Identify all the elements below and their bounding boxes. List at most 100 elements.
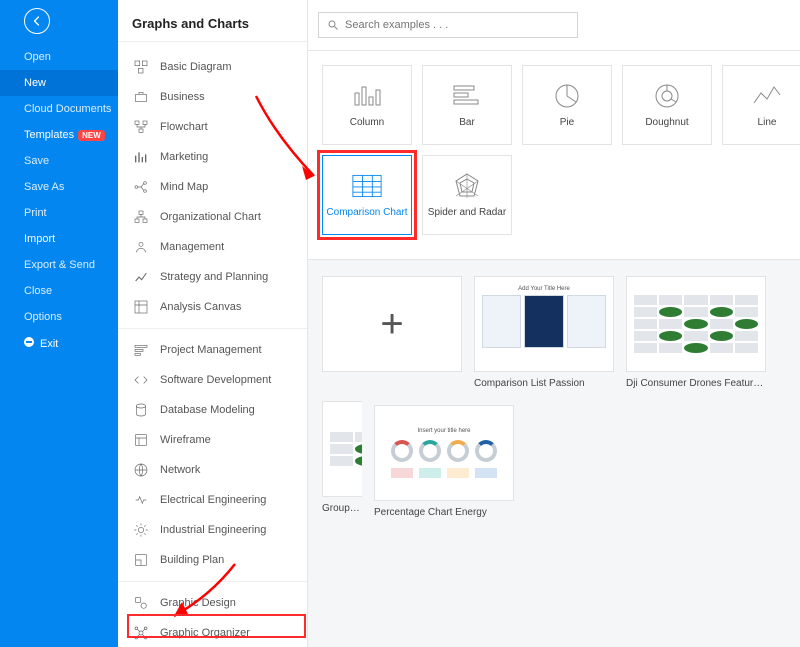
menu-label: Save bbox=[24, 155, 49, 167]
chart-type-label: Line bbox=[758, 117, 777, 128]
template-label: Group Invest bbox=[322, 503, 362, 514]
category-business[interactable]: Business bbox=[118, 82, 307, 112]
left-menu-templates[interactable]: TemplatesNEW bbox=[0, 122, 118, 148]
doughnut-icon bbox=[652, 83, 682, 109]
chart-type-bar[interactable]: Bar bbox=[422, 65, 512, 145]
category-icon bbox=[132, 208, 150, 226]
menu-label: Close bbox=[24, 285, 52, 297]
category-strategy-and-planning[interactable]: Strategy and Planning bbox=[118, 262, 307, 292]
category-icon bbox=[132, 624, 150, 642]
menu-label: Save As bbox=[24, 181, 64, 193]
category-label: Marketing bbox=[160, 151, 208, 163]
left-menu-open[interactable]: Open bbox=[0, 44, 118, 70]
left-menu-new[interactable]: New bbox=[0, 70, 118, 96]
chart-type-line[interactable]: Line bbox=[722, 65, 800, 145]
template-dji-drones[interactable]: Dji Consumer Drones Features C... bbox=[626, 276, 766, 389]
left-menu-import[interactable]: Import bbox=[0, 226, 118, 252]
category-building-plan[interactable]: Building Plan bbox=[118, 545, 307, 575]
left-menu-save[interactable]: Save bbox=[0, 148, 118, 174]
category-graphic-organizer[interactable]: Graphic Organizer bbox=[118, 618, 307, 647]
left-menu-options[interactable]: Options bbox=[0, 304, 118, 330]
category-basic-diagram[interactable]: Basic Diagram bbox=[118, 52, 307, 82]
line-icon bbox=[752, 83, 782, 109]
category-icon bbox=[132, 521, 150, 539]
category-icon bbox=[132, 401, 150, 419]
category-icon bbox=[132, 88, 150, 106]
chart-type-label: Spider and Radar bbox=[428, 207, 506, 218]
category-project-management[interactable]: Project Management bbox=[118, 335, 307, 365]
category-mind-map[interactable]: Mind Map bbox=[118, 172, 307, 202]
chart-type-pie[interactable]: Pie bbox=[522, 65, 612, 145]
chart-type-label: Column bbox=[350, 117, 384, 128]
left-rail: Open New Cloud Documents TemplatesNEW Save Sa… bbox=[0, 0, 118, 647]
category-icon bbox=[132, 594, 150, 612]
category-organizational-chart[interactable]: Organizational Chart bbox=[118, 202, 307, 232]
search-wrap bbox=[308, 0, 800, 51]
pie-icon bbox=[552, 83, 582, 109]
template-percentage-energy[interactable]: Insert your title here Percentage Chart … bbox=[374, 405, 514, 518]
category-network[interactable]: Network bbox=[118, 455, 307, 485]
category-analysis-canvas[interactable]: Analysis Canvas bbox=[118, 292, 307, 322]
search-box[interactable] bbox=[318, 12, 578, 38]
bar-icon bbox=[452, 83, 482, 109]
category-label: Management bbox=[160, 241, 224, 253]
category-label: Mind Map bbox=[160, 181, 208, 193]
category-software-development[interactable]: Software Development bbox=[118, 365, 307, 395]
left-menu-cloud-documents[interactable]: Cloud Documents bbox=[0, 96, 118, 122]
category-label: Business bbox=[160, 91, 205, 103]
left-menu-save-as[interactable]: Save As bbox=[0, 174, 118, 200]
category-database-modeling[interactable]: Database Modeling bbox=[118, 395, 307, 425]
category-management[interactable]: Management bbox=[118, 232, 307, 262]
category-label: Organizational Chart bbox=[160, 211, 261, 223]
category-label: Building Plan bbox=[160, 554, 224, 566]
template-label: Comparison List Passion bbox=[474, 378, 614, 389]
chart-type-comparison[interactable]: Comparison Chart bbox=[322, 155, 412, 235]
left-menu-print[interactable]: Print bbox=[0, 200, 118, 226]
exit-icon bbox=[24, 337, 34, 347]
column-icon bbox=[352, 83, 382, 109]
chart-type-grid: Column Bar Pie Doughnut Line Comparison Chart… bbox=[308, 51, 800, 260]
category-marketing[interactable]: Marketing bbox=[118, 142, 307, 172]
chart-type-label: Pie bbox=[560, 117, 574, 128]
left-menu-export-send[interactable]: Export & Send bbox=[0, 252, 118, 278]
category-industrial-engineering[interactable]: Industrial Engineering bbox=[118, 515, 307, 545]
search-input[interactable] bbox=[345, 19, 569, 31]
category-icon bbox=[132, 118, 150, 136]
category-label: Industrial Engineering bbox=[160, 524, 266, 536]
category-icon bbox=[132, 551, 150, 569]
category-label: Software Development bbox=[160, 374, 271, 386]
category-icon bbox=[132, 341, 150, 359]
category-label: Graphic Organizer bbox=[160, 627, 250, 639]
chart-type-doughnut[interactable]: Doughnut bbox=[622, 65, 712, 145]
category-label: Electrical Engineering bbox=[160, 494, 266, 506]
menu-label: Open bbox=[24, 51, 51, 63]
chart-type-column[interactable]: Column bbox=[322, 65, 412, 145]
chart-type-spider[interactable]: Spider and Radar bbox=[422, 155, 512, 235]
category-icon bbox=[132, 148, 150, 166]
template-label: Percentage Chart Energy bbox=[374, 507, 514, 518]
plus-icon: + bbox=[322, 276, 462, 372]
menu-label: Import bbox=[24, 233, 55, 245]
template-new-blank[interactable]: + bbox=[322, 276, 462, 389]
template-group-invest[interactable]: Group Invest bbox=[322, 401, 362, 518]
category-flowchart[interactable]: Flowchart bbox=[118, 112, 307, 142]
template-comparison-list-passion[interactable]: Add Your Title Here Comparison List Pass… bbox=[474, 276, 614, 389]
left-menu-exit[interactable]: Exit bbox=[0, 330, 118, 357]
thumb-dji-drones bbox=[626, 276, 766, 372]
menu-label: Print bbox=[24, 207, 47, 219]
back-button[interactable] bbox=[24, 8, 50, 34]
category-icon bbox=[132, 238, 150, 256]
menu-label: Cloud Documents bbox=[24, 103, 111, 115]
chart-type-label: Comparison Chart bbox=[326, 207, 407, 218]
chart-type-label: Bar bbox=[459, 117, 475, 128]
category-label: Flowchart bbox=[160, 121, 208, 133]
main-area: Column Bar Pie Doughnut Line Comparison Chart… bbox=[308, 0, 800, 647]
left-menu: Open New Cloud Documents TemplatesNEW Save Sa… bbox=[0, 44, 118, 357]
left-menu-close[interactable]: Close bbox=[0, 278, 118, 304]
category-label: Wireframe bbox=[160, 434, 211, 446]
chart-type-label: Doughnut bbox=[645, 117, 688, 128]
category-electrical-engineering[interactable]: Electrical Engineering bbox=[118, 485, 307, 515]
category-graphic-design[interactable]: Graphic Design bbox=[118, 588, 307, 618]
new-badge: NEW bbox=[78, 130, 105, 141]
category-wireframe[interactable]: Wireframe bbox=[118, 425, 307, 455]
